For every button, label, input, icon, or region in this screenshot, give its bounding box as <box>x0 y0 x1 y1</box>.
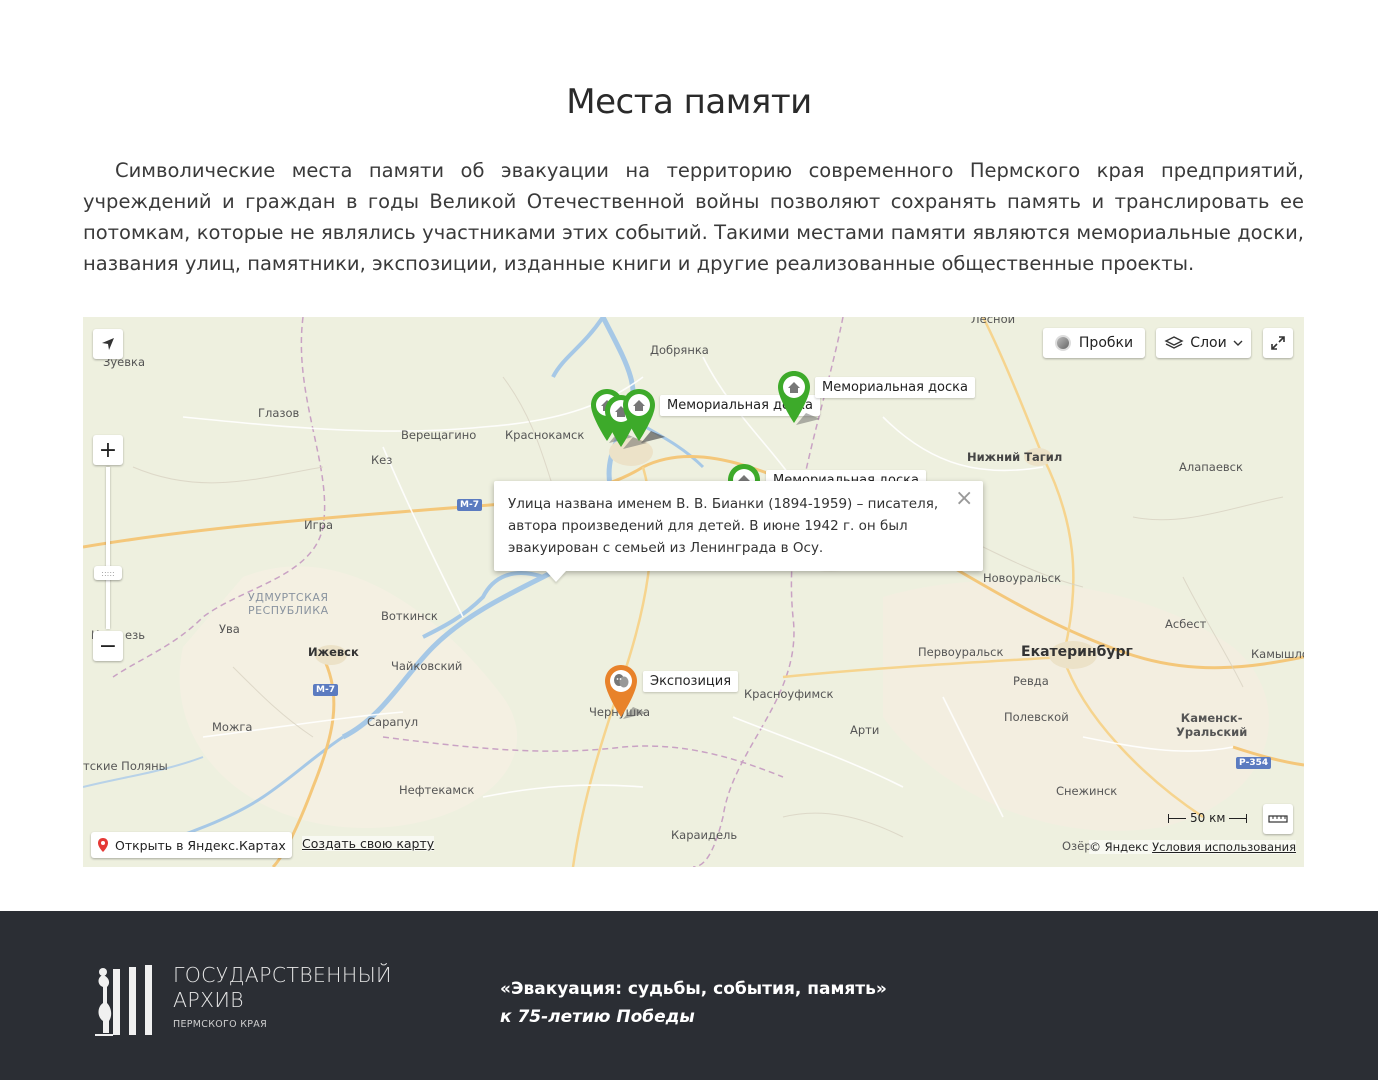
place-label: Нижний Тагил <box>967 450 1063 464</box>
chevron-down-icon <box>1233 340 1243 346</box>
place-label: Камышло <box>1251 647 1304 661</box>
road-badge: М-7 <box>313 684 338 696</box>
scale-bar <box>1168 813 1186 823</box>
layers-label: Слои <box>1190 335 1227 351</box>
archive-emblem-icon <box>95 965 152 1036</box>
page-title: Места памяти <box>566 82 812 122</box>
map-scale: 50 км <box>1168 811 1248 825</box>
traffic-label: Пробки <box>1078 335 1134 351</box>
close-icon[interactable]: × <box>955 488 973 510</box>
place-label: Караидель <box>671 828 738 842</box>
open-in-yandex-maps-button[interactable]: Открыть в Яндекс.Картах <box>91 832 292 858</box>
zoom-slider-track[interactable] <box>106 467 110 629</box>
map-widget[interactable]: Добрянка Лесной Зуевка Глазов Верещагино… <box>83 317 1304 867</box>
place-label: Ува <box>219 622 240 636</box>
logo-line-2: архив <box>173 988 244 1012</box>
zoom-slider-handle[interactable]: ::::: <box>94 566 122 580</box>
road-badge: Р-354 <box>1236 757 1272 769</box>
zoom-in-button[interactable]: + <box>93 435 123 465</box>
traffic-light-icon <box>1054 335 1071 351</box>
scale-bar <box>1229 813 1248 823</box>
place-label: Глазов <box>258 406 300 420</box>
place-label: Озёр <box>1062 839 1092 853</box>
geolocation-button[interactable] <box>93 329 123 359</box>
place-label: Каменск- Уральский <box>1176 711 1248 739</box>
logo-line-1: Государственный <box>173 963 392 987</box>
place-label: Игра <box>304 518 333 532</box>
region-label: УДМУРТСКАЯ РЕСПУБЛИКА <box>248 591 329 617</box>
layers-button[interactable]: Слои <box>1156 328 1251 358</box>
map-copyright: © Яндекс Условия использования <box>1089 840 1296 854</box>
place-label: Чайковский <box>391 659 463 673</box>
project-title: «Эвакуация: судьбы, события, память» <box>500 979 887 999</box>
intro-paragraph: Символические места памяти об эвакуации … <box>83 159 1304 275</box>
place-label: Воткинск <box>381 609 438 623</box>
footer: Государственный архив Пермского края «Эв… <box>0 911 1378 1080</box>
marker-label[interactable]: Мемориальная доска <box>815 377 975 398</box>
balloon-tail <box>546 571 566 582</box>
layers-icon <box>1164 336 1184 349</box>
archive-name: Государственный архив Пермского края <box>173 963 392 1030</box>
traffic-button[interactable]: Пробки <box>1043 328 1145 358</box>
location-arrow-icon <box>102 338 114 350</box>
fullscreen-button[interactable] <box>1263 328 1293 358</box>
map-pin-icon <box>98 838 108 852</box>
place-label: Краснокамск <box>505 428 585 442</box>
marker-memorial-plaque[interactable] <box>776 369 820 429</box>
marker-exposition[interactable] <box>603 663 647 723</box>
place-label: езь <box>125 628 145 642</box>
place-label: Снежинск <box>1056 784 1118 798</box>
place-label: Сарапул <box>367 715 419 729</box>
balloon-text: Улица названа именем В. В. Бианки (1894-… <box>508 496 939 556</box>
logo-line-3: Пермского края <box>173 1019 267 1030</box>
place-label: Ижевск <box>308 645 359 659</box>
place-label: Добрянка <box>650 343 709 357</box>
place-label: Можга <box>212 720 253 734</box>
copyright-text: © Яндекс <box>1089 840 1149 854</box>
project-title-block: «Эвакуация: судьбы, события, память» к 7… <box>500 975 887 1031</box>
road-badge: М-7 <box>457 499 482 511</box>
place-label: Первоуральск <box>918 645 1004 659</box>
place-label: тские Поляны <box>83 759 168 773</box>
place-label: Ревда <box>1013 674 1049 688</box>
place-label: Арти <box>850 723 880 737</box>
place-label: Полевской <box>1004 710 1069 724</box>
place-label: Екатеринбург <box>1021 644 1133 660</box>
ruler-button[interactable] <box>1263 804 1293 834</box>
create-map-link[interactable]: Создать свою карту <box>302 836 435 851</box>
place-label: Красноуфимск <box>744 687 834 701</box>
place-label: Лесной <box>971 317 1016 326</box>
place-label: Алапаевск <box>1179 460 1243 474</box>
place-label: Новоуральск <box>983 571 1062 585</box>
marker-label[interactable]: Экспозиция <box>643 671 739 692</box>
place-label: Кез <box>371 453 393 467</box>
place-label: Асбест <box>1165 617 1207 631</box>
project-subtitle: к 75-летию Победы <box>500 1007 695 1027</box>
map-balloon: Улица названа именем В. В. Бианки (1894-… <box>494 481 983 582</box>
scale-label: 50 км <box>1190 811 1226 825</box>
archive-logo[interactable]: Государственный архив Пермского края <box>93 963 392 1038</box>
marker-memorial-plaque[interactable] <box>621 387 665 447</box>
open-yandex-label: Открыть в Яндекс.Картах <box>115 837 286 853</box>
expand-icon <box>1271 336 1285 350</box>
ruler-icon <box>1268 815 1288 823</box>
place-label: Верещагино <box>401 428 477 442</box>
zoom-out-button[interactable]: − <box>93 631 123 661</box>
terms-of-use-link[interactable]: Условия использования <box>1152 840 1296 854</box>
place-label: Нефтекамск <box>399 783 475 797</box>
